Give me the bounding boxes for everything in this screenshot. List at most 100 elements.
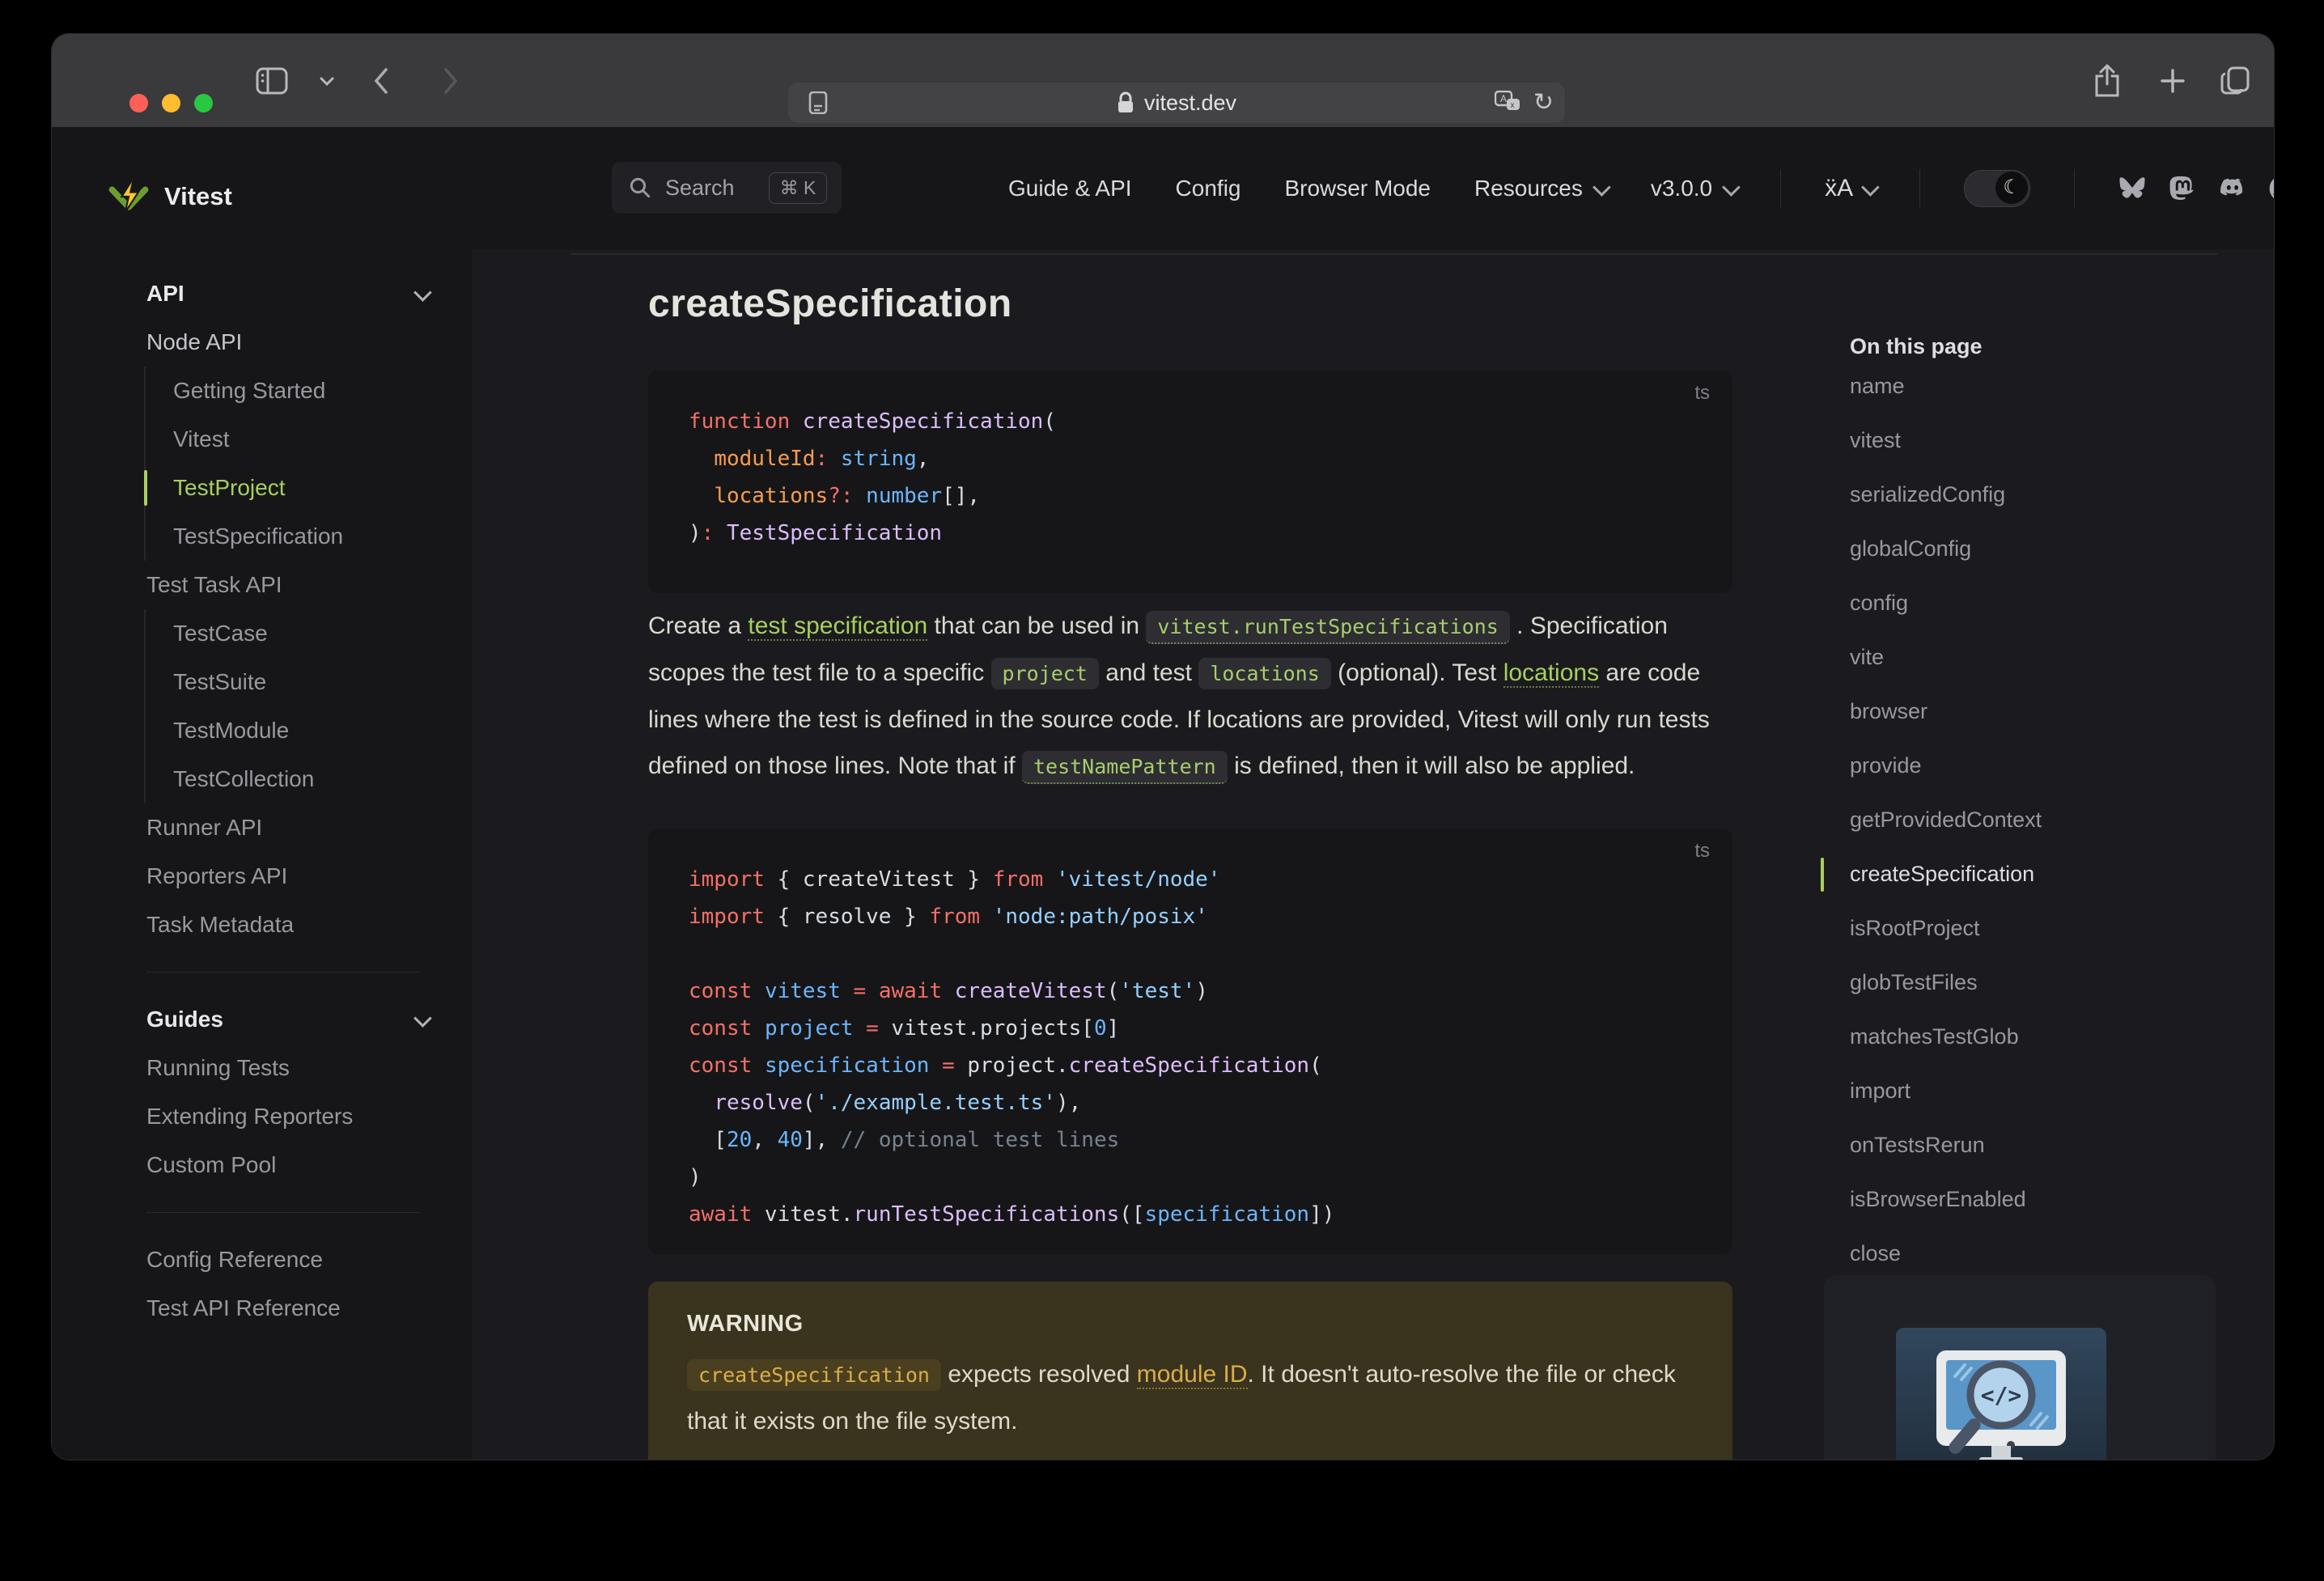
social-icons bbox=[2118, 175, 2274, 202]
minimize-window-button[interactable] bbox=[162, 94, 180, 112]
theme-toggle[interactable]: ☾ bbox=[1964, 169, 2031, 207]
doc-link-module-id[interactable]: module ID bbox=[1136, 1361, 1248, 1389]
toc-title: On this page bbox=[1850, 334, 1983, 358]
toc-item-close[interactable]: close bbox=[1850, 1227, 2238, 1281]
url-text: vitest.dev bbox=[1143, 90, 1237, 115]
close-window-button[interactable] bbox=[129, 94, 148, 112]
svg-text:x: x bbox=[1510, 101, 1514, 110]
sponsor-card[interactable]: </> bbox=[1824, 1275, 2216, 1460]
sidebar-item-runner-api[interactable]: Runner API bbox=[52, 803, 472, 852]
code-line: import { resolve } from 'node:path/posix… bbox=[689, 905, 1208, 929]
forward-button[interactable] bbox=[442, 34, 460, 127]
chevron-down-icon bbox=[1722, 177, 1741, 197]
browser-toolbar: vitest.dev Ax ↻ bbox=[52, 34, 2274, 128]
toc-item-matchestestglob[interactable]: matchesTestGlob bbox=[1850, 1010, 2238, 1064]
nav-item-config[interactable]: Config bbox=[1176, 176, 1241, 201]
sidebar-item-test-task-api[interactable]: Test Task API bbox=[52, 561, 472, 609]
code-line: ) bbox=[689, 1165, 702, 1189]
sidebar-chevron-icon[interactable] bbox=[319, 34, 335, 127]
zoom-window-button[interactable] bbox=[194, 94, 213, 112]
content-region: createSpecification ts function createSp… bbox=[472, 249, 2274, 1460]
toc-item-browser[interactable]: browser bbox=[1850, 685, 2238, 739]
vitest-logo[interactable]: Vitest bbox=[108, 167, 232, 227]
language-switcher[interactable]: ẍA bbox=[1825, 175, 1880, 202]
chevron-down-icon bbox=[1861, 177, 1880, 197]
mastodon-icon[interactable] bbox=[2169, 175, 2196, 202]
code-block-signature[interactable]: ts function createSpecification( moduleI… bbox=[648, 371, 1732, 593]
sidebar-divider bbox=[146, 1212, 420, 1213]
sidebar-item-testspecification[interactable]: TestSpecification bbox=[146, 512, 472, 561]
sidebar-item-testcollection[interactable]: TestCollection bbox=[146, 755, 472, 803]
code-line: ): TestSpecification bbox=[689, 521, 943, 545]
search-icon bbox=[628, 176, 652, 200]
warning-inline-code-createspecification: createSpecification bbox=[687, 1359, 941, 1391]
address-bar[interactable]: vitest.dev Ax ↻ bbox=[788, 83, 1565, 123]
toc-item-globtestfiles[interactable]: globTestFiles bbox=[1850, 956, 2238, 1010]
toc-item-name[interactable]: name bbox=[1850, 359, 2238, 413]
sidebar-item-test-api-reference[interactable]: Test API Reference bbox=[52, 1284, 472, 1333]
browser-window: vitest.dev Ax ↻ Vitest API Node API Gett… bbox=[51, 33, 2275, 1460]
sidebar-item-extending-reporters[interactable]: Extending Reporters bbox=[52, 1092, 472, 1141]
nav-item-resources[interactable]: Resources bbox=[1474, 176, 1611, 201]
code-line: locations?: number[], bbox=[714, 484, 981, 508]
translate-page-icon[interactable]: Ax bbox=[1494, 91, 1522, 115]
share-icon[interactable] bbox=[2093, 34, 2122, 127]
toc-item-vite[interactable]: vite bbox=[1850, 630, 2238, 685]
sidebar-item-reporters-api[interactable]: Reporters API bbox=[52, 852, 472, 901]
sidebar-item-node-api[interactable]: Node API bbox=[52, 318, 472, 367]
toc-item-provide[interactable]: provide bbox=[1850, 739, 2238, 793]
doc-link-test-specification[interactable]: test specification bbox=[748, 612, 928, 641]
top-navbar: Search ⌘ K Guide & API Config Browser Mode… bbox=[472, 127, 2274, 251]
doc-paragraph: Create a test specification that can be … bbox=[648, 603, 1732, 790]
sidebar-item-getting-started[interactable]: Getting Started bbox=[146, 367, 472, 415]
search-shortcut: ⌘ K bbox=[768, 172, 828, 204]
nav-divider bbox=[1780, 168, 1782, 208]
toc-item-getprovidedcontext[interactable]: getProvidedContext bbox=[1850, 793, 2238, 847]
svg-text:</>: </> bbox=[1981, 1382, 2022, 1409]
code-block-example[interactable]: ts import { createVitest } from 'vitest/… bbox=[648, 829, 1732, 1254]
sidebar-item-custom-pool[interactable]: Custom Pool bbox=[52, 1141, 472, 1189]
sidebar-group: Getting Started Vitest TestProject TestSpec… bbox=[144, 367, 472, 561]
nav-item-v3-0-0[interactable]: v3.0.0 bbox=[1651, 176, 1741, 201]
sidebar-item-config-reference[interactable]: Config Reference bbox=[52, 1236, 472, 1284]
github-icon[interactable] bbox=[2269, 175, 2274, 202]
toc-item-serializedconfig[interactable]: serializedConfig bbox=[1850, 468, 2238, 522]
toc-item-vitest[interactable]: vitest bbox=[1850, 413, 2238, 468]
code-line: const project = vitest.projects[0] bbox=[689, 1016, 1120, 1041]
search-button[interactable]: Search ⌘ K bbox=[612, 162, 842, 214]
nav-item-browser-mode[interactable]: Browser Mode bbox=[1284, 176, 1431, 201]
back-button[interactable] bbox=[372, 34, 390, 127]
code-line: const vitest = await createVitest('test'… bbox=[689, 979, 1208, 1003]
toc-item-config[interactable]: config bbox=[1850, 576, 2238, 630]
toc-item-import[interactable]: import bbox=[1850, 1064, 2238, 1118]
sidebar-item-task-metadata[interactable]: Task Metadata bbox=[52, 901, 472, 949]
sidebar-item-api[interactable]: API bbox=[52, 269, 472, 318]
toc-list: name vitest serializedConfig globalConfig co… bbox=[1821, 359, 2238, 1281]
tab-overview-icon[interactable] bbox=[2219, 34, 2251, 127]
sidebar-nav: API Node API Getting Started Vitest TestProj… bbox=[52, 269, 472, 1333]
bluesky-icon[interactable] bbox=[2118, 175, 2146, 202]
inline-code-link-testnamepattern[interactable]: testNamePattern bbox=[1021, 751, 1228, 784]
inline-code-link-vitest-runtestspecifications[interactable]: vitest.runTestSpecifications bbox=[1146, 611, 1510, 644]
toc-item-isbrowserenabled[interactable]: isBrowserEnabled bbox=[1850, 1172, 2238, 1227]
sidebar-item-running-tests[interactable]: Running Tests bbox=[52, 1044, 472, 1092]
sidebar-item-testproject[interactable]: TestProject bbox=[146, 464, 472, 512]
logo-text: Vitest bbox=[164, 182, 232, 210]
nav-item-guide-api[interactable]: Guide & API bbox=[1008, 176, 1132, 201]
reload-icon[interactable]: ↻ bbox=[1533, 91, 1554, 115]
sidebar-item-testmodule[interactable]: TestModule bbox=[146, 706, 472, 755]
sidebar-item-testcase[interactable]: TestCase bbox=[146, 609, 472, 658]
sidebar-item-vitest[interactable]: Vitest bbox=[146, 415, 472, 464]
code-line: resolve('./example.test.ts'), bbox=[714, 1091, 1082, 1115]
doc-link-locations[interactable]: locations bbox=[1503, 659, 1600, 688]
sidebar-item-testsuite[interactable]: TestSuite bbox=[146, 658, 472, 706]
moon-icon: ☾ bbox=[1995, 171, 2029, 204]
toc-item-isrootproject[interactable]: isRootProject bbox=[1850, 901, 2238, 956]
new-tab-icon[interactable] bbox=[2159, 34, 2186, 127]
sidebar-item-guides[interactable]: Guides bbox=[52, 995, 472, 1044]
toc-item-globalconfig[interactable]: globalConfig bbox=[1850, 522, 2238, 576]
sidebar-toggle-icon[interactable] bbox=[256, 34, 288, 127]
discord-icon[interactable] bbox=[2219, 175, 2246, 202]
toc-item-ontestsrerun[interactable]: onTestsRerun bbox=[1850, 1118, 2238, 1172]
toc-item-createspecification[interactable]: createSpecification bbox=[1821, 847, 2238, 901]
